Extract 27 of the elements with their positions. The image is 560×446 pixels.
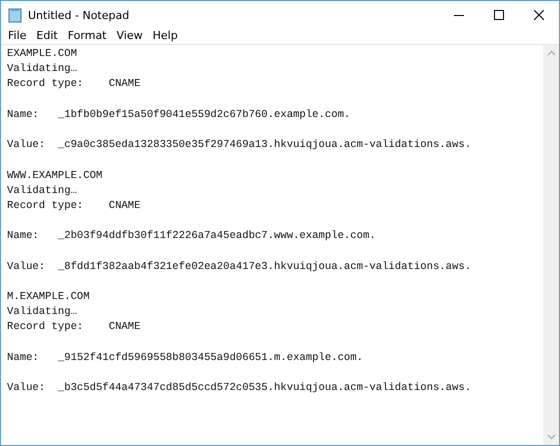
close-icon bbox=[534, 10, 544, 20]
text-line: Record type: CNAME bbox=[7, 320, 142, 336]
vertical-scrollbar[interactable] bbox=[543, 45, 559, 445]
maximize-icon bbox=[494, 10, 504, 20]
text-line: Validating… bbox=[7, 305, 78, 320]
text-line: Validating… bbox=[7, 62, 78, 78]
text-line: Validating… bbox=[7, 184, 78, 199]
scroll-down-icon[interactable] bbox=[546, 434, 556, 440]
text-line: WWW.EXAMPLE.COM bbox=[7, 168, 104, 184]
menu-item[interactable]: View bbox=[112, 29, 148, 43]
text-line: Value: _c9a0c385eda13283350e35f297469a13.hkvuiqjoua.acm-validations.aws. bbox=[7, 138, 472, 154]
text-line: Record type: CNAME bbox=[7, 198, 142, 214]
menu-item[interactable]: Edit bbox=[31, 29, 63, 43]
menu-item[interactable]: Help bbox=[148, 29, 183, 43]
window-title: Untitled - Notepad bbox=[28, 8, 130, 22]
text-line: M.EXAMPLE.COM bbox=[7, 290, 91, 305]
scroll-up-icon[interactable] bbox=[546, 50, 556, 56]
menu-item[interactable]: Format bbox=[62, 29, 112, 43]
text-line: EXAMPLE.COM bbox=[7, 47, 78, 62]
text-line: Value: _b3c5d5f44a47347cd85d5ccd572c0535.hkvuiqjoua.acm-validations.aws. bbox=[7, 381, 472, 396]
text-line: Name: _2b03f94ddfb30f11f2226a7a45eadbc7.www.example.com. bbox=[7, 229, 377, 244]
text-line: Record type: CNAME bbox=[7, 77, 142, 92]
menu-item[interactable]: File bbox=[3, 29, 32, 43]
notepad-icon bbox=[8, 8, 22, 22]
text-line: Name: _9152f41cfd5969558b803455a9d06651.m.example.com. bbox=[7, 350, 364, 366]
text-line: Value: _8fdd1f382aab4f321efe02ea20a417e3.hkvuiqjoua.acm-validations.aws. bbox=[7, 260, 472, 275]
text-line: Name: _1bfb0b9ef15a50f9041e559d2c67b760.example.com. bbox=[7, 108, 352, 123]
